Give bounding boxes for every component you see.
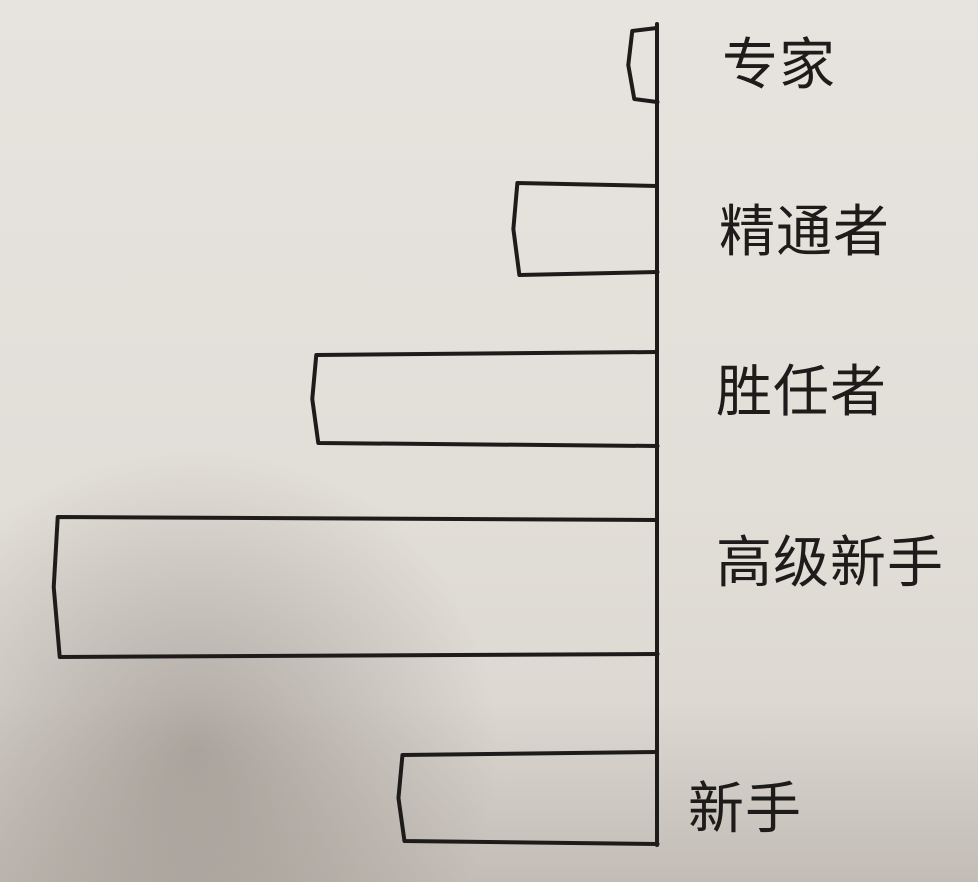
bar-5 [396, 750, 659, 846]
category-label-5: 新手 [688, 777, 802, 842]
bar-1 [626, 26, 659, 104]
bar-3 [310, 350, 659, 448]
paper-sheet: 专家精通者胜任者高级新手新手 [0, 0, 978, 882]
category-label-4: 高级新手 [716, 531, 944, 596]
category-label-3: 胜任者 [716, 360, 887, 425]
bar-2 [511, 181, 659, 277]
category-label-1: 专家 [722, 33, 836, 98]
bar-4 [51, 515, 659, 659]
labels-group: 专家精通者胜任者高级新手新手 [688, 33, 944, 842]
horizontal-bar-chart: 专家精通者胜任者高级新手新手 [51, 22, 944, 847]
bars-group [51, 26, 660, 847]
category-label-2: 精通者 [719, 200, 890, 265]
